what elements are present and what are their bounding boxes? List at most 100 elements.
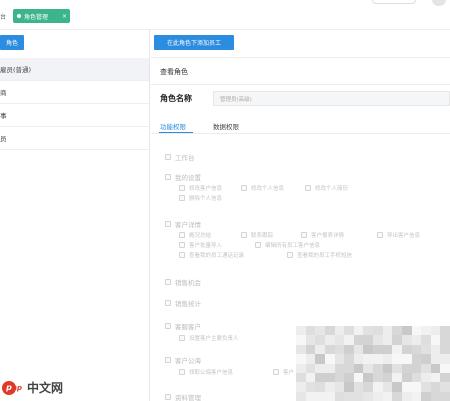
tab-home[interactable]: 台 <box>0 12 6 21</box>
mosaic-block <box>440 344 450 355</box>
perm-item[interactable]: 编辑所有员工客户信息 <box>255 241 320 249</box>
mosaic-block <box>382 344 393 355</box>
checkbox[interactable] <box>179 252 185 258</box>
perm-label: 客户公海 <box>175 357 201 365</box>
checkbox[interactable] <box>287 252 293 258</box>
avatar[interactable] <box>432 0 446 6</box>
mosaic-block <box>315 335 325 345</box>
perm-group-customer-pool[interactable]: 客户公海 <box>165 355 201 365</box>
mosaic-block <box>324 354 335 364</box>
perm-group-workbench[interactable]: 工作台 <box>165 152 195 162</box>
mosaic-block <box>392 363 402 373</box>
checkbox[interactable] <box>241 232 247 238</box>
perm-label: 客户批量导入 <box>189 243 223 249</box>
perm-item[interactable]: 客户批量导入 <box>179 241 222 249</box>
checkbox[interactable] <box>241 185 247 191</box>
list-item[interactable]: 雇员(普通) <box>0 58 149 81</box>
add-employee-button[interactable]: 在此角色下添加员工 <box>154 35 234 50</box>
perm-item[interactable]: 客户 <box>273 368 294 376</box>
mosaic-block <box>296 326 306 336</box>
mosaic-block <box>344 344 354 355</box>
tab-data-permissions[interactable]: 数据权限 <box>213 121 239 131</box>
perm-label: 编辑所有员工客户信息 <box>265 243 321 249</box>
mosaic-block <box>344 354 354 364</box>
checkbox[interactable] <box>165 221 171 227</box>
checkbox[interactable] <box>179 232 185 238</box>
divider <box>151 133 450 134</box>
list-item[interactable]: 商 <box>0 81 149 104</box>
checkbox[interactable] <box>301 232 307 238</box>
checkbox[interactable] <box>165 394 171 400</box>
checkbox[interactable] <box>179 369 185 375</box>
perm-item[interactable]: 修改个人简历 <box>305 184 348 192</box>
mosaic-block <box>411 354 422 364</box>
mosaic-block <box>392 354 402 364</box>
perm-item[interactable]: 设置客户主要负责人 <box>179 334 239 342</box>
mosaic-block <box>296 354 306 364</box>
perm-label: 我的设置 <box>175 174 201 182</box>
mosaic-block <box>305 363 316 373</box>
checkbox[interactable] <box>179 195 185 201</box>
mosaic-block <box>315 326 325 336</box>
checkbox[interactable] <box>165 357 171 363</box>
mosaic-block <box>324 335 335 345</box>
checkbox[interactable] <box>165 323 171 329</box>
mosaic-block <box>430 372 441 383</box>
list-item[interactable]: 员 <box>0 127 149 150</box>
perm-group-sales-statistics[interactable]: 销售统计 <box>165 298 201 308</box>
checkbox[interactable] <box>273 369 279 375</box>
perm-item[interactable]: 删除个人信息 <box>179 194 222 202</box>
checkbox[interactable] <box>165 279 171 285</box>
checkbox[interactable] <box>179 242 185 248</box>
checkbox[interactable] <box>179 185 185 191</box>
mosaic-block <box>334 372 345 383</box>
role-name-field[interactable]: 管理员(高级) <box>213 91 450 106</box>
list-item[interactable]: 事 <box>0 104 149 127</box>
checkbox[interactable] <box>165 174 171 180</box>
checkbox[interactable] <box>165 154 171 160</box>
mosaic-block <box>315 391 325 401</box>
perm-item[interactable]: 客户报表详情 <box>301 231 344 239</box>
mosaic-block <box>344 391 354 401</box>
checkbox[interactable] <box>255 242 261 248</box>
perm-item[interactable]: 查看我的员工手机短信 <box>287 251 352 259</box>
mosaic-block <box>430 354 441 364</box>
checkbox[interactable] <box>305 185 311 191</box>
perm-item[interactable]: 导出客户信息 <box>377 231 420 239</box>
role-list: 雇员(普通) 商 事 员 <box>0 58 149 150</box>
mosaic-block <box>334 391 345 401</box>
perm-group-service-customers[interactable]: 客服客户 <box>165 321 201 331</box>
close-icon[interactable]: × <box>62 13 67 20</box>
perm-item[interactable]: 修改客户信息 <box>179 184 222 192</box>
divider <box>151 84 450 85</box>
watermark-text: 中文网 <box>27 381 64 395</box>
perm-item[interactable]: 联系跟踪 <box>241 231 273 239</box>
perm-group-document-management[interactable]: 资料管理 <box>165 392 201 401</box>
mosaic-block <box>315 382 325 392</box>
mosaic-block <box>440 335 450 345</box>
mosaic-block <box>334 326 345 336</box>
perm-group-my-settings[interactable]: 我的设置 <box>165 172 201 182</box>
perm-label: 领取公海客户信息 <box>189 370 234 376</box>
tab-role-management[interactable]: 角色管理 × <box>13 9 70 23</box>
mosaic-block <box>296 372 306 383</box>
user-menu[interactable] <box>372 0 416 4</box>
mosaic-block <box>421 391 431 401</box>
perm-group-sales-opportunity[interactable]: 销售机会 <box>165 277 201 287</box>
perm-item[interactable]: 概况总结 <box>179 231 211 239</box>
mosaic-block <box>363 363 373 373</box>
mosaic-block <box>344 326 354 336</box>
mosaic-block <box>353 391 364 401</box>
checkbox[interactable] <box>179 335 185 341</box>
mosaic-block <box>421 354 431 364</box>
add-role-button[interactable]: 角色 <box>0 35 24 50</box>
perm-group-customer-details[interactable]: 客户详情 <box>165 219 201 229</box>
perm-label: 客户报表详情 <box>311 233 345 239</box>
perm-item[interactable]: 查看我的员工通话记录 <box>179 251 244 259</box>
checkbox[interactable] <box>165 300 171 306</box>
perm-item[interactable]: 修改个人信息 <box>241 184 284 192</box>
perm-item[interactable]: 领取公海客户信息 <box>179 368 233 376</box>
checkbox[interactable] <box>377 232 383 238</box>
mosaic-block <box>440 363 450 373</box>
tab-function-permissions[interactable]: 功能权限 <box>160 121 186 131</box>
